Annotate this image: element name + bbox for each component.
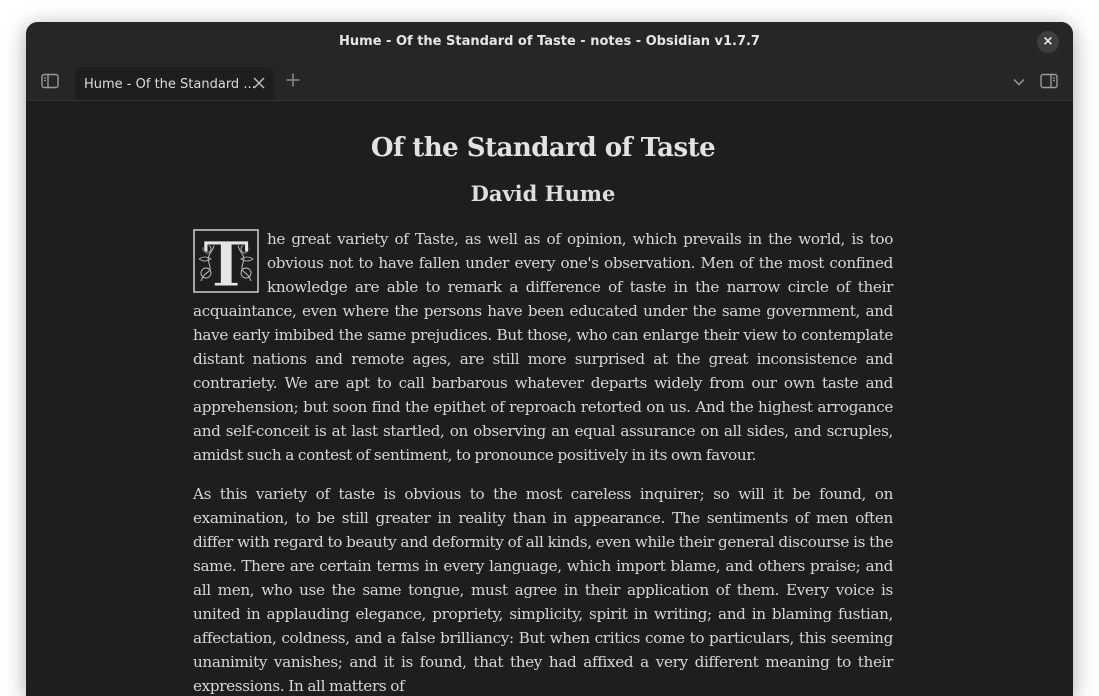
app-window: Hume - Of the Standard of Taste - notes … <box>26 22 1073 696</box>
tab-bar: Hume - Of the Standard ... <box>26 62 1073 101</box>
reading-view[interactable]: Of the Standard of Taste David Hume T he… <box>26 101 1073 696</box>
paragraph: T he great variety of Taste, as well as … <box>193 227 893 467</box>
tab-label: Hume - Of the Standard ... <box>84 77 256 92</box>
window-close-button[interactable]: × <box>1037 31 1059 53</box>
plus-icon[interactable] <box>285 72 301 88</box>
paragraph: As this variety of taste is obvious to t… <box>193 485 893 695</box>
close-icon[interactable] <box>251 75 267 91</box>
sidebar-right-icon[interactable] <box>1039 71 1059 91</box>
paragraph-text: he great variety of Taste, as well as of… <box>193 230 893 464</box>
chevron-down-icon[interactable] <box>1011 74 1027 90</box>
svg-text:T: T <box>203 229 249 293</box>
document-title: Of the Standard of Taste <box>370 133 716 163</box>
tab-document[interactable]: Hume - Of the Standard ... <box>75 67 275 100</box>
sidebar-left-icon[interactable] <box>40 71 60 91</box>
dropcap-image: T <box>193 228 259 302</box>
window-title: Hume - Of the Standard of Taste - notes … <box>339 34 760 49</box>
document: Of the Standard of Taste David Hume T he… <box>193 101 893 696</box>
title-bar: Hume - Of the Standard of Taste - notes … <box>26 22 1073 62</box>
document-author: David Hume <box>470 181 616 206</box>
